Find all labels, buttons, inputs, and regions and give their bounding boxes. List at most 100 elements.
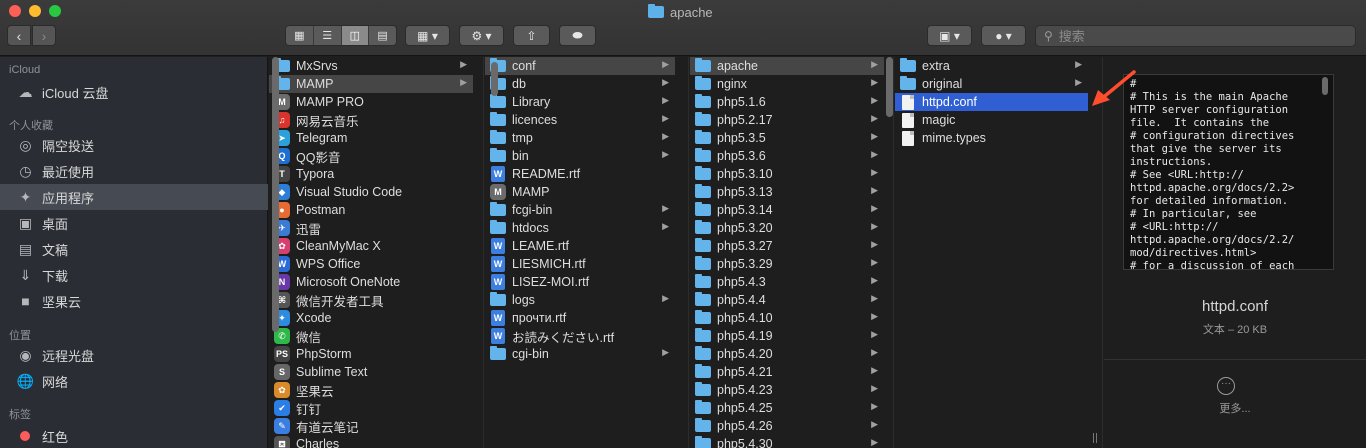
list-item[interactable]: php5.4.3 ▶: [690, 273, 884, 291]
list-item[interactable]: ✿ 坚果云: [269, 381, 473, 399]
list-item[interactable]: php5.3.29 ▶: [690, 255, 884, 273]
preview-scrollbar[interactable]: [1322, 77, 1328, 95]
action-button[interactable]: ⚙ ▾: [459, 25, 504, 46]
list-item[interactable]: mime.types: [895, 129, 1088, 147]
list-item[interactable]: php5.4.19 ▶: [690, 327, 884, 345]
more-button[interactable]: 更多...: [1104, 400, 1366, 416]
list-item[interactable]: php5.4.21 ▶: [690, 363, 884, 381]
column-scrollbar[interactable]: [272, 57, 279, 332]
list-item[interactable]: php5.4.25 ▶: [690, 399, 884, 417]
list-item[interactable]: ✆ 微信: [269, 327, 473, 345]
sidebar-item-network[interactable]: 🌐 网络: [0, 368, 268, 394]
icon-view-button[interactable]: ▦: [286, 26, 314, 45]
list-item[interactable]: W お読みください.rtf: [485, 327, 675, 345]
list-view-button[interactable]: ☰: [313, 26, 342, 45]
list-item[interactable]: php5.3.14 ▶: [690, 201, 884, 219]
gallery-view-button[interactable]: ▤: [369, 26, 396, 45]
list-item[interactable]: ⌘ 微信开发者工具: [269, 291, 473, 309]
search-field[interactable]: ⚲: [1035, 25, 1356, 47]
list-item[interactable]: ✦ Xcode: [269, 309, 473, 327]
list-item[interactable]: logs ▶: [485, 291, 675, 309]
sidebar-item-jianguoyun[interactable]: ■ 坚果云: [0, 288, 268, 314]
list-item[interactable]: nginx ▶: [690, 75, 884, 93]
column-view-button[interactable]: ◫: [341, 26, 370, 45]
list-item[interactable]: S Sublime Text: [269, 363, 473, 381]
list-item[interactable]: PS PhpStorm: [269, 345, 473, 363]
list-item[interactable]: W README.rtf: [485, 165, 675, 183]
list-item[interactable]: original ▶: [895, 75, 1088, 93]
column-scrollbar[interactable]: [886, 57, 893, 117]
list-item[interactable]: php5.4.30 ▶: [690, 435, 884, 448]
list-item[interactable]: php5.3.5 ▶: [690, 129, 884, 147]
list-item[interactable]: W LIESMICH.rtf: [485, 255, 675, 273]
back-button[interactable]: ‹: [7, 25, 31, 46]
sidebar-item-icloud-drive[interactable]: ☁ iCloud 云盘: [0, 79, 268, 105]
list-item[interactable]: Wпрочти.rtf: [485, 309, 675, 327]
list-item[interactable]: php5.4.26 ▶: [690, 417, 884, 435]
list-item[interactable]: php5.3.27 ▶: [690, 237, 884, 255]
more-icon[interactable]: ···: [1217, 377, 1235, 395]
list-item[interactable]: php5.4.23 ▶: [690, 381, 884, 399]
list-item[interactable]: ✈ 迅雷: [269, 219, 473, 237]
list-item[interactable]: M MAMP: [485, 183, 675, 201]
list-item[interactable]: php5.4.20 ▶: [690, 345, 884, 363]
list-item[interactable]: extra ▶: [895, 57, 1088, 75]
sidebar-item-documents[interactable]: ▤ 文稿: [0, 236, 268, 262]
list-item[interactable]: MAMP ▶: [269, 75, 473, 93]
list-item[interactable]: db ▶: [485, 75, 675, 93]
list-item[interactable]: ⛾ Charles: [269, 435, 473, 448]
sidebar-item-remote-disc[interactable]: ◉ 远程光盘: [0, 342, 268, 368]
list-item[interactable]: ● Postman: [269, 201, 473, 219]
sidebar-item-applications[interactable]: ✦ 应用程序: [0, 184, 268, 210]
list-item[interactable]: cgi-bin ▶: [485, 345, 675, 363]
sidebar-item-recents[interactable]: ◷ 最近使用: [0, 158, 268, 184]
search-input[interactable]: [1058, 28, 1339, 44]
list-item[interactable]: htdocs ▶: [485, 219, 675, 237]
list-item[interactable]: php5.2.17 ▶: [690, 111, 884, 129]
list-item[interactable]: ➤ Telegram: [269, 129, 473, 147]
sidebar-item-tag-red[interactable]: 红色: [0, 423, 268, 448]
list-item[interactable]: Library ▶: [485, 93, 675, 111]
list-item[interactable]: php5.3.20 ▶: [690, 219, 884, 237]
list-item[interactable]: W LISEZ-MOI.rtf: [485, 273, 675, 291]
list-item[interactable]: php5.3.13 ▶: [690, 183, 884, 201]
sidebar-item-desktop[interactable]: ▣ 桌面: [0, 210, 268, 236]
list-item[interactable]: N Microsoft OneNote: [269, 273, 473, 291]
list-item[interactable]: conf ▶: [485, 57, 675, 75]
maximize-window-button[interactable]: [49, 5, 61, 17]
list-item[interactable]: M MAMP PRO: [269, 93, 473, 111]
list-item[interactable]: W WPS Office: [269, 255, 473, 273]
list-item[interactable]: bin ▶: [485, 147, 675, 165]
minimize-window-button[interactable]: [29, 5, 41, 17]
list-item[interactable]: ♫ 网易云音乐: [269, 111, 473, 129]
list-item[interactable]: W LEAME.rtf: [485, 237, 675, 255]
list-item[interactable]: Q QQ影音: [269, 147, 473, 165]
list-item[interactable]: tmp ▶: [485, 129, 675, 147]
sidebar-item-airdrop[interactable]: ◎ 隔空投送: [0, 132, 268, 158]
list-item[interactable]: ✿ CleanMyMac X: [269, 237, 473, 255]
forward-button[interactable]: ›: [32, 25, 56, 46]
list-item[interactable]: php5.4.10 ▶: [690, 309, 884, 327]
list-item[interactable]: licences ▶: [485, 111, 675, 129]
open-in-app-button[interactable]: ▣ ▾: [927, 25, 972, 46]
close-window-button[interactable]: [9, 5, 21, 17]
list-item[interactable]: php5.1.6 ▶: [690, 93, 884, 111]
list-item[interactable]: httpd.conf: [895, 93, 1088, 111]
list-item[interactable]: php5.4.4 ▶: [690, 291, 884, 309]
list-item[interactable]: ✔ 钉钉: [269, 399, 473, 417]
extension-button[interactable]: ● ▾: [981, 25, 1026, 46]
list-item[interactable]: fcgi-bin ▶: [485, 201, 675, 219]
sidebar-item-downloads[interactable]: ⇓ 下载: [0, 262, 268, 288]
list-item[interactable]: T Typora: [269, 165, 473, 183]
list-item[interactable]: php5.3.10 ▶: [690, 165, 884, 183]
share-button[interactable]: ⇧: [513, 25, 550, 46]
list-item[interactable]: php5.3.6 ▶: [690, 147, 884, 165]
list-item[interactable]: MxSrvs ▶: [269, 57, 473, 75]
list-item[interactable]: ◆ Visual Studio Code: [269, 183, 473, 201]
tags-button[interactable]: ⬬: [559, 25, 596, 46]
list-item[interactable]: apache ▶: [690, 57, 884, 75]
list-item[interactable]: magic: [895, 111, 1088, 129]
list-item[interactable]: ✎ 有道云笔记: [269, 417, 473, 435]
group-button[interactable]: ▦ ▾: [405, 25, 450, 46]
column-resize-handle[interactable]: [1093, 433, 1097, 443]
